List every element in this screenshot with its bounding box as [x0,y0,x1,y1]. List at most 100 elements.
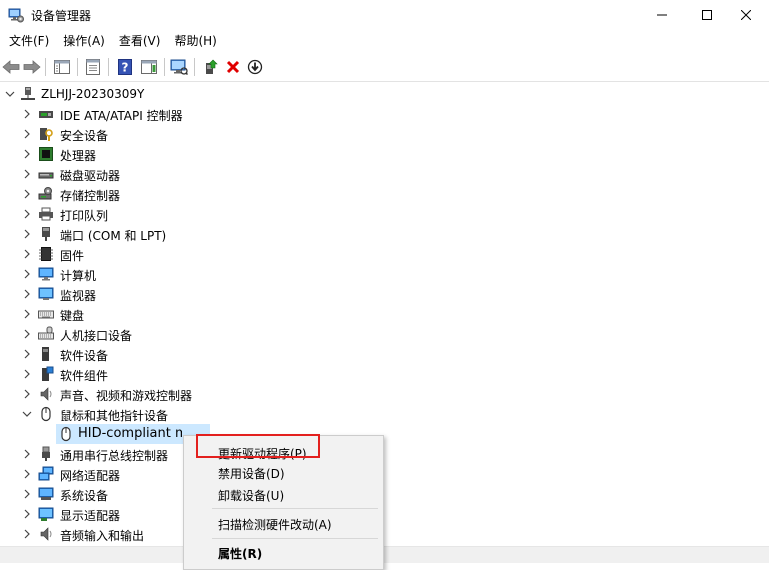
tree-item-software-device[interactable]: 软件设备 [0,344,400,364]
tree-item-sound[interactable]: 声音、视频和游戏控制器 [0,384,400,404]
ide-controller-icon [39,111,53,118]
chevron-right-icon[interactable] [21,188,33,200]
menu-item-properties[interactable]: 属性(R) [184,541,383,563]
chevron-down-icon[interactable] [21,408,33,420]
tree-root[interactable]: ZLHJJ-20230309Y [0,84,400,104]
menu-item-label: 卸载设备(U) [218,489,285,503]
chevron-right-icon[interactable] [21,308,33,320]
tree-item-processor[interactable]: 处理器 [0,144,400,164]
tree-item-monitor[interactable]: 监视器 [0,284,400,304]
tree-item-disk[interactable]: 磁盘驱动器 [0,164,400,184]
update-driver-button[interactable] [200,57,222,77]
chevron-right-icon[interactable] [21,248,33,260]
chevron-right-icon[interactable] [21,128,33,140]
menu-item-scan-hardware[interactable]: 扫描检测硬件改动(A) [184,512,383,534]
back-button[interactable] [0,57,22,77]
toolbar-divider [0,81,769,82]
tree-item-storage[interactable]: 存储控制器 [0,184,400,204]
close-button[interactable] [723,0,769,30]
keyboard-icon [38,310,54,319]
uninstall-device-button[interactable] [222,57,244,77]
tree-item-label: 系统设备 [60,489,109,503]
svg-text:?: ? [122,61,129,75]
chevron-right-icon[interactable] [21,468,33,480]
software-component-icon [42,366,54,381]
menu-bar: 文件(F) 操作(A) 查看(V) 帮助(H) [0,30,769,52]
root-label: ZLHJJ-20230309Y [41,87,145,101]
chevron-right-icon[interactable] [21,328,33,340]
chevron-right-icon[interactable] [21,488,33,500]
storage-controller-icon [38,187,52,200]
tree-item-computer[interactable]: 计算机 [0,264,400,284]
help-button[interactable]: ? [114,57,136,77]
tree-item-software-component[interactable]: 软件组件 [0,364,400,384]
chevron-right-icon[interactable] [21,288,33,300]
security-device-icon [40,128,53,141]
chevron-right-icon[interactable] [21,228,33,240]
minimize-icon [657,14,667,16]
forward-button[interactable] [21,57,43,77]
firmware-icon [39,247,53,261]
action-pane-icon [141,60,157,74]
device-manager-app-icon [8,8,24,23]
display-adapter-icon [38,507,54,521]
tree-item-label: 端口 (COM 和 LPT) [60,229,167,243]
maximize-icon [702,10,712,20]
tree-item-security[interactable]: 安全设备 [0,124,400,144]
tree-item-firmware[interactable]: 固件 [0,244,400,264]
computer-root-icon [21,87,35,100]
chevron-right-icon[interactable] [21,368,33,380]
system-device-icon [38,487,54,500]
menu-item-uninstall-device[interactable]: 卸载设备(U) [184,483,383,505]
chevron-right-icon[interactable] [21,508,33,520]
console-tree-button[interactable] [51,57,73,77]
disable-device-button[interactable] [244,57,266,77]
action-pane-button[interactable] [138,57,160,77]
tree-item-label: 安全设备 [60,129,109,143]
tree-item-ports[interactable]: 端口 (COM 和 LPT) [0,224,400,244]
chevron-down-icon[interactable] [4,88,16,100]
chevron-right-icon[interactable] [21,168,33,180]
menu-view[interactable]: 查看(V) [112,30,168,52]
tree-item-label: 键盘 [60,309,85,323]
toolbar-separator [194,58,195,76]
processor-icon [39,147,53,161]
chevron-right-icon[interactable] [21,528,33,540]
tree-item-mouse[interactable]: 鼠标和其他指针设备 [0,404,400,424]
tree-item-label: 固件 [60,249,85,263]
horizontal-scrollbar[interactable] [0,546,769,563]
menu-help[interactable]: 帮助(H) [167,30,223,52]
menu-item-label: 属性(R) [218,547,263,561]
minimize-button[interactable] [639,0,685,30]
chevron-right-icon[interactable] [21,448,33,460]
chevron-right-icon[interactable] [21,148,33,160]
menu-file[interactable]: 文件(F) [2,30,56,52]
tree-item-label: HID-compliant mouse [78,426,182,441]
menu-separator [212,538,378,539]
scan-hardware-button[interactable] [168,57,190,77]
chevron-right-icon[interactable] [21,208,33,220]
menu-action[interactable]: 操作(A) [56,30,112,52]
menu-item-disable-device[interactable]: 禁用设备(D) [184,461,383,483]
tree-item-hid[interactable]: 人机接口设备 [0,324,400,344]
properties-button[interactable] [82,57,104,77]
chevron-right-icon[interactable] [21,388,33,400]
network-adapter-icon [38,466,54,481]
audio-io-icon [40,527,52,541]
tree-item-label: 存储控制器 [60,189,121,203]
menu-item-label: 禁用设备(D) [218,467,285,481]
tree-item-ide[interactable]: IDE ATA/ATAPI 控制器 [0,104,400,124]
tree-item-print-queue[interactable]: 打印队列 [0,204,400,224]
disk-drive-icon [38,172,54,179]
tree-item-keyboard[interactable]: 键盘 [0,304,400,324]
help-icon: ? [118,59,132,75]
chevron-right-icon[interactable] [21,108,33,120]
tree-item-label: 软件组件 [60,369,109,383]
tree-item-label: 软件设备 [60,349,109,363]
chevron-right-icon[interactable] [21,268,33,280]
tree-item-label: 监视器 [60,289,97,303]
menu-item-label: 扫描检测硬件改动(A) [218,518,332,532]
chevron-right-icon[interactable] [21,348,33,360]
uninstall-device-icon [226,60,240,74]
show-hide-console-tree-icon [54,60,70,74]
